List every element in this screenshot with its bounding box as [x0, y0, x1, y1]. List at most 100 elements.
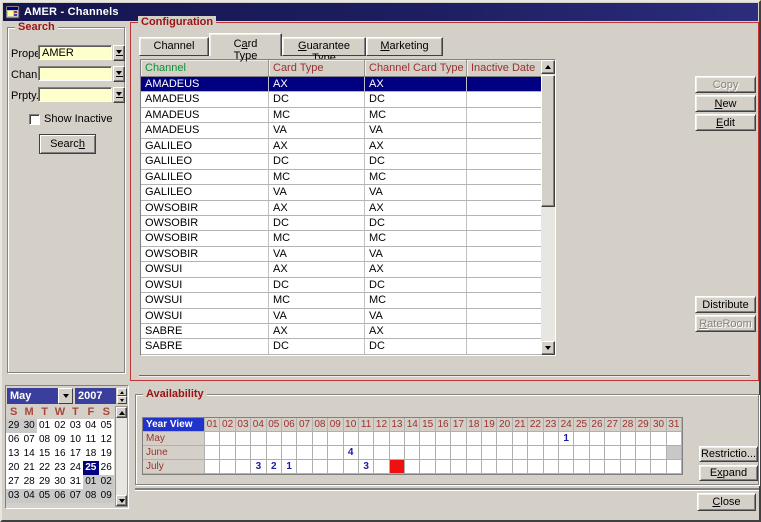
scroll-up-button[interactable]: [541, 60, 555, 74]
availability-cell[interactable]: [497, 446, 513, 460]
table-row[interactable]: AMADEUS AX AX: [141, 77, 555, 93]
calendar-day[interactable]: 05: [36, 489, 53, 503]
calendar-day[interactable]: 14: [21, 447, 37, 461]
availability-cell[interactable]: [605, 432, 621, 446]
availability-cell[interactable]: [297, 446, 313, 460]
availability-cell[interactable]: [605, 460, 621, 474]
availability-cell[interactable]: [543, 460, 559, 474]
scroll-up-button[interactable]: [116, 407, 127, 418]
column-header-channel[interactable]: Channel: [141, 60, 269, 76]
availability-cell[interactable]: [374, 446, 390, 460]
availability-cell[interactable]: [558, 446, 575, 460]
availability-cell[interactable]: [405, 446, 421, 460]
availability-cell[interactable]: [528, 460, 544, 474]
calendar-day[interactable]: 23: [52, 461, 68, 475]
edit-button[interactable]: Edit: [695, 114, 756, 131]
rateroom-button[interactable]: RateRoom: [695, 315, 756, 332]
availability-cell[interactable]: [235, 446, 252, 460]
table-row[interactable]: OWSUI DC DC: [141, 277, 555, 294]
availability-cell[interactable]: [482, 432, 498, 446]
availability-cell[interactable]: [512, 432, 529, 446]
availability-cell[interactable]: [281, 446, 298, 460]
availability-cell[interactable]: [405, 432, 421, 446]
close-button[interactable]: Close: [697, 493, 756, 511]
calendar-day[interactable]: 16: [52, 447, 68, 461]
calendar-day[interactable]: 12: [98, 433, 114, 447]
availability-cell[interactable]: 3: [251, 460, 267, 474]
tab-channel[interactable]: Channel: [139, 37, 209, 56]
table-row[interactable]: GALILEO VA VA: [141, 185, 555, 201]
table-row[interactable]: OWSUI VA VA: [141, 308, 555, 324]
calendar-day[interactable]: 18: [83, 447, 99, 461]
availability-cell[interactable]: [574, 446, 590, 460]
availability-cell[interactable]: [358, 446, 375, 460]
table-row[interactable]: OWSOBIR MC MC: [141, 231, 555, 247]
scroll-down-button[interactable]: [116, 495, 127, 506]
availability-cell[interactable]: [297, 460, 313, 474]
availability-cell[interactable]: [205, 460, 221, 474]
availability-cell[interactable]: [574, 460, 590, 474]
availability-cell[interactable]: [205, 446, 221, 460]
availability-cell[interactable]: [220, 432, 236, 446]
calendar-day[interactable]: 30: [52, 475, 68, 489]
table-scrollbar[interactable]: [541, 60, 555, 355]
availability-cell[interactable]: [620, 446, 636, 460]
availability-cell[interactable]: [420, 432, 436, 446]
availability-cell[interactable]: 3: [358, 460, 375, 474]
search-button[interactable]: Searc h: [39, 134, 96, 154]
table-row[interactable]: AMADEUS VA VA: [141, 123, 555, 139]
calendar-day[interactable]: 11: [83, 433, 99, 447]
distribute-button[interactable]: Distribute: [695, 296, 756, 313]
availability-cell[interactable]: [328, 460, 344, 474]
calendar-month-select[interactable]: May: [7, 388, 58, 404]
availability-cell[interactable]: [435, 460, 452, 474]
availability-cell[interactable]: [343, 460, 359, 474]
table-row[interactable]: AMADEUS DC DC: [141, 92, 555, 108]
availability-cell[interactable]: [451, 446, 467, 460]
year-view-header[interactable]: Year View: [143, 418, 205, 432]
availability-cell[interactable]: [605, 446, 621, 460]
availability-cell[interactable]: [374, 460, 390, 474]
availability-cell[interactable]: [328, 446, 344, 460]
calendar-day[interactable]: 02: [98, 475, 114, 489]
channel-lov-button[interactable]: [113, 66, 125, 82]
availability-cell[interactable]: [220, 446, 236, 460]
availability-cell[interactable]: [512, 460, 529, 474]
tab-marketing[interactable]: Marketing: [366, 37, 443, 56]
availability-cell[interactable]: [482, 460, 498, 474]
table-row[interactable]: GALILEO MC MC: [141, 169, 555, 186]
availability-cell[interactable]: [235, 432, 252, 446]
show-inactive-checkbox[interactable]: [29, 114, 40, 125]
title-bar[interactable]: AMER - Channels: [3, 3, 758, 21]
availability-cell[interactable]: [528, 432, 544, 446]
availability-cell[interactable]: [589, 446, 606, 460]
availability-cell[interactable]: [666, 432, 683, 446]
availability-cell[interactable]: [651, 446, 667, 460]
availability-cell[interactable]: [389, 446, 406, 460]
calendar-day[interactable]: 03: [67, 419, 84, 433]
availability-cell[interactable]: [251, 446, 267, 460]
year-spin-down-button[interactable]: [117, 396, 127, 404]
calendar-day[interactable]: 01: [36, 419, 53, 433]
calendar-day[interactable]: 28: [21, 475, 37, 489]
column-header-channel-card-type[interactable]: Channel Card Type: [365, 60, 467, 76]
availability-cell[interactable]: [466, 432, 483, 446]
availability-cell[interactable]: [528, 446, 544, 460]
calendar-year-field[interactable]: 2007: [75, 388, 116, 404]
availability-cell[interactable]: [405, 460, 421, 474]
tab-guarantee-type[interactable]: Guarantee Type: [282, 37, 366, 64]
availability-cell-disabled[interactable]: [666, 446, 683, 460]
availability-cell[interactable]: [435, 446, 452, 460]
availability-cell[interactable]: [312, 432, 329, 446]
table-row[interactable]: GALILEO DC DC: [141, 154, 555, 170]
availability-cell[interactable]: [451, 432, 467, 446]
calendar-day[interactable]: 21: [21, 461, 37, 475]
availability-cell[interactable]: [589, 432, 606, 446]
calendar-day[interactable]: 04: [83, 419, 99, 433]
calendar-day[interactable]: 29: [6, 419, 22, 433]
calendar-day[interactable]: 06: [52, 489, 68, 503]
calendar-day[interactable]: 30: [21, 419, 37, 433]
scrollbar-thumb[interactable]: [541, 75, 555, 207]
availability-cell[interactable]: [266, 432, 282, 446]
availability-cell-alert[interactable]: [389, 460, 406, 474]
